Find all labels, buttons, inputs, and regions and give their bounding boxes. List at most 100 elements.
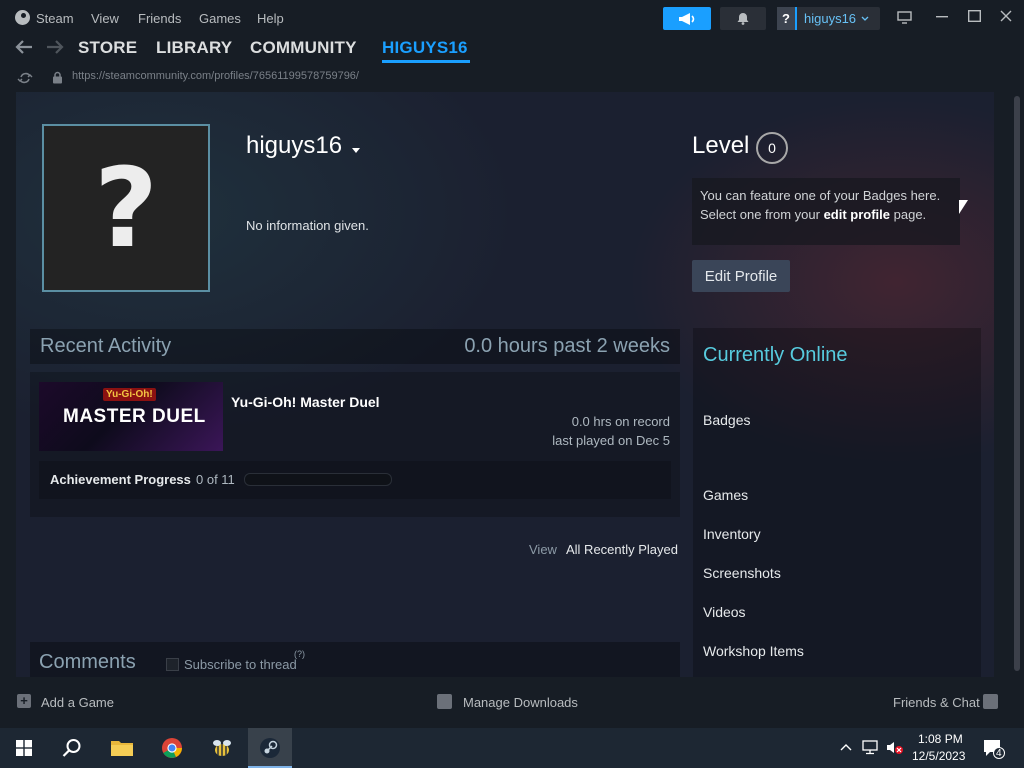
steam-icon xyxy=(260,738,280,758)
sidebar-link-videos[interactable]: Videos xyxy=(703,604,746,620)
taskbar-bee-app[interactable] xyxy=(200,728,244,768)
main-nav: STORE LIBRARY COMMUNITY HIGUYS16 xyxy=(0,36,1024,66)
comments-header: Comments Subscribe to thread (?) xyxy=(30,642,680,677)
recent-game-card: Yu-Gi-Oh! MASTER DUEL Yu-Gi-Oh! Master D… xyxy=(30,372,680,517)
title-bar: Steam View Friends Games Help ? higuys16 xyxy=(0,0,1024,36)
windows-taskbar: 1:08 PM 12/5/2023 4 xyxy=(0,728,1024,768)
forward-arrow-icon[interactable] xyxy=(46,40,64,54)
url-bar: https://steamcommunity.com/profiles/7656… xyxy=(0,66,1024,90)
start-button[interactable] xyxy=(0,728,48,768)
account-avatar: ? xyxy=(777,7,797,30)
game-last-played: last played on Dec 5 xyxy=(552,433,670,448)
chrome-icon xyxy=(162,738,182,758)
avatar-placeholder-glyph: ? xyxy=(94,144,158,272)
announcements-button[interactable] xyxy=(663,7,711,30)
chevron-down-icon xyxy=(861,16,869,21)
taskbar-steam[interactable] xyxy=(248,728,292,768)
add-game-icon[interactable]: + xyxy=(17,694,31,708)
game-name-link[interactable]: Yu-Gi-Oh! Master Duel xyxy=(231,394,380,410)
notifications-button[interactable] xyxy=(720,7,766,30)
recent-activity-hours: 0.0 hours past 2 weeks xyxy=(464,335,670,357)
view-label: View xyxy=(529,542,557,557)
comments-title: Comments xyxy=(39,651,136,673)
clock-time[interactable]: 1:08 PM xyxy=(918,732,963,746)
sidebar-link-workshop-items[interactable]: Workshop Items xyxy=(703,643,804,659)
sidebar-link-inventory[interactable]: Inventory xyxy=(703,526,761,542)
menu-steam[interactable]: Steam xyxy=(36,11,74,26)
scrollbar-thumb[interactable] xyxy=(1014,96,1020,671)
account-name: higuys16 xyxy=(804,11,857,26)
achievement-progress-row[interactable]: Achievement Progress 0 of 11 xyxy=(39,461,671,499)
megaphone-icon xyxy=(679,12,695,25)
edit-profile-link[interactable]: edit profile xyxy=(824,207,890,222)
back-arrow-icon[interactable] xyxy=(15,40,33,54)
reload-icon[interactable] xyxy=(17,71,33,85)
network-icon[interactable] xyxy=(862,740,880,755)
edit-profile-button[interactable]: Edit Profile xyxy=(692,260,790,292)
recent-activity-title: Recent Activity xyxy=(40,335,172,357)
maximize-icon[interactable] xyxy=(968,10,981,22)
steam-logo-icon[interactable] xyxy=(15,10,30,25)
achievement-progress-bar xyxy=(244,473,392,486)
menu-view[interactable]: View xyxy=(91,11,119,26)
big-picture-icon[interactable] xyxy=(897,11,912,24)
sidebar-link-badges[interactable]: Badges xyxy=(703,412,750,428)
level-badge[interactable]: 0 xyxy=(756,132,788,164)
level-label: Level xyxy=(692,132,750,159)
avatar[interactable]: ? xyxy=(42,124,210,292)
sidebar-link-games[interactable]: Games xyxy=(703,487,748,503)
download-icon[interactable] xyxy=(437,694,452,709)
recent-activity-header: Recent Activity 0.0 hours past 2 weeks xyxy=(30,329,680,364)
lock-icon xyxy=(53,71,62,84)
friends-chat-button[interactable]: Friends & Chat xyxy=(893,695,980,710)
nav-library[interactable]: LIBRARY xyxy=(156,38,232,58)
subscribe-help-link[interactable]: (?) xyxy=(294,649,305,659)
close-icon[interactable] xyxy=(1000,10,1012,22)
menu-games[interactable]: Games xyxy=(199,11,241,26)
badge-hint-line-2: Select one from your edit profile page. xyxy=(700,205,952,224)
persona-name[interactable]: higuys16 xyxy=(246,132,342,160)
featured-badge-box: You can feature one of your Badges here.… xyxy=(692,178,960,245)
persona-dropdown-icon[interactable] xyxy=(352,148,360,153)
profile-summary: No information given. xyxy=(246,218,369,233)
clock-date[interactable]: 12/5/2023 xyxy=(912,749,965,763)
profile-sidebar: Currently Online Badges Games Inventory … xyxy=(693,328,981,677)
sidebar-link-screenshots[interactable]: Screenshots xyxy=(703,565,781,581)
menu-friends[interactable]: Friends xyxy=(138,11,181,26)
game-capsule-image[interactable]: Yu-Gi-Oh! MASTER DUEL xyxy=(39,382,223,451)
minimize-icon[interactable] xyxy=(936,16,948,18)
menu-help[interactable]: Help xyxy=(257,11,284,26)
subscribe-label[interactable]: Subscribe to thread xyxy=(184,657,297,672)
subscribe-checkbox[interactable] xyxy=(166,658,179,671)
game-capsule-logo: MASTER DUEL xyxy=(63,406,206,427)
folder-icon xyxy=(111,741,133,756)
nav-store[interactable]: STORE xyxy=(78,38,137,58)
account-menu-button[interactable]: ? higuys16 xyxy=(777,7,880,30)
badge-hint-line-1: You can feature one of your Badges here. xyxy=(700,188,941,203)
tray-chevron-up-icon[interactable] xyxy=(840,743,852,751)
mouse-cursor xyxy=(959,200,968,214)
taskbar-file-explorer[interactable] xyxy=(100,728,144,768)
nav-user-profile[interactable]: HIGUYS16 xyxy=(382,38,468,58)
taskbar-search-button[interactable] xyxy=(50,728,94,768)
steam-window: Steam View Friends Games Help ? higuys16… xyxy=(0,0,1024,728)
url-text[interactable]: https://steamcommunity.com/profiles/7656… xyxy=(72,70,359,82)
search-icon xyxy=(62,739,81,757)
nav-community[interactable]: COMMUNITY xyxy=(250,38,357,58)
taskbar-chrome[interactable] xyxy=(150,728,194,768)
scrollbar[interactable] xyxy=(1011,92,1024,677)
bee-app-icon xyxy=(213,740,231,756)
bell-icon xyxy=(737,13,749,25)
bottom-bar: + Add a Game Manage Downloads Friends & … xyxy=(0,677,1024,728)
game-hours-on-record: 0.0 hrs on record xyxy=(571,414,670,429)
notification-count: 4 xyxy=(996,748,1002,759)
volume-muted-icon[interactable] xyxy=(886,740,904,755)
friends-chat-icon[interactable] xyxy=(983,694,998,709)
manage-downloads-button[interactable]: Manage Downloads xyxy=(463,695,578,710)
view-all-recently-played-link[interactable]: All Recently Played xyxy=(566,542,678,557)
badge-hint-prefix: Select one from your xyxy=(700,207,824,222)
badge-hint-suffix: page. xyxy=(890,207,927,222)
online-status: Currently Online xyxy=(703,344,848,366)
add-game-button[interactable]: Add a Game xyxy=(41,695,114,710)
profile-page: ? higuys16 No information given. Level 0… xyxy=(16,92,994,677)
